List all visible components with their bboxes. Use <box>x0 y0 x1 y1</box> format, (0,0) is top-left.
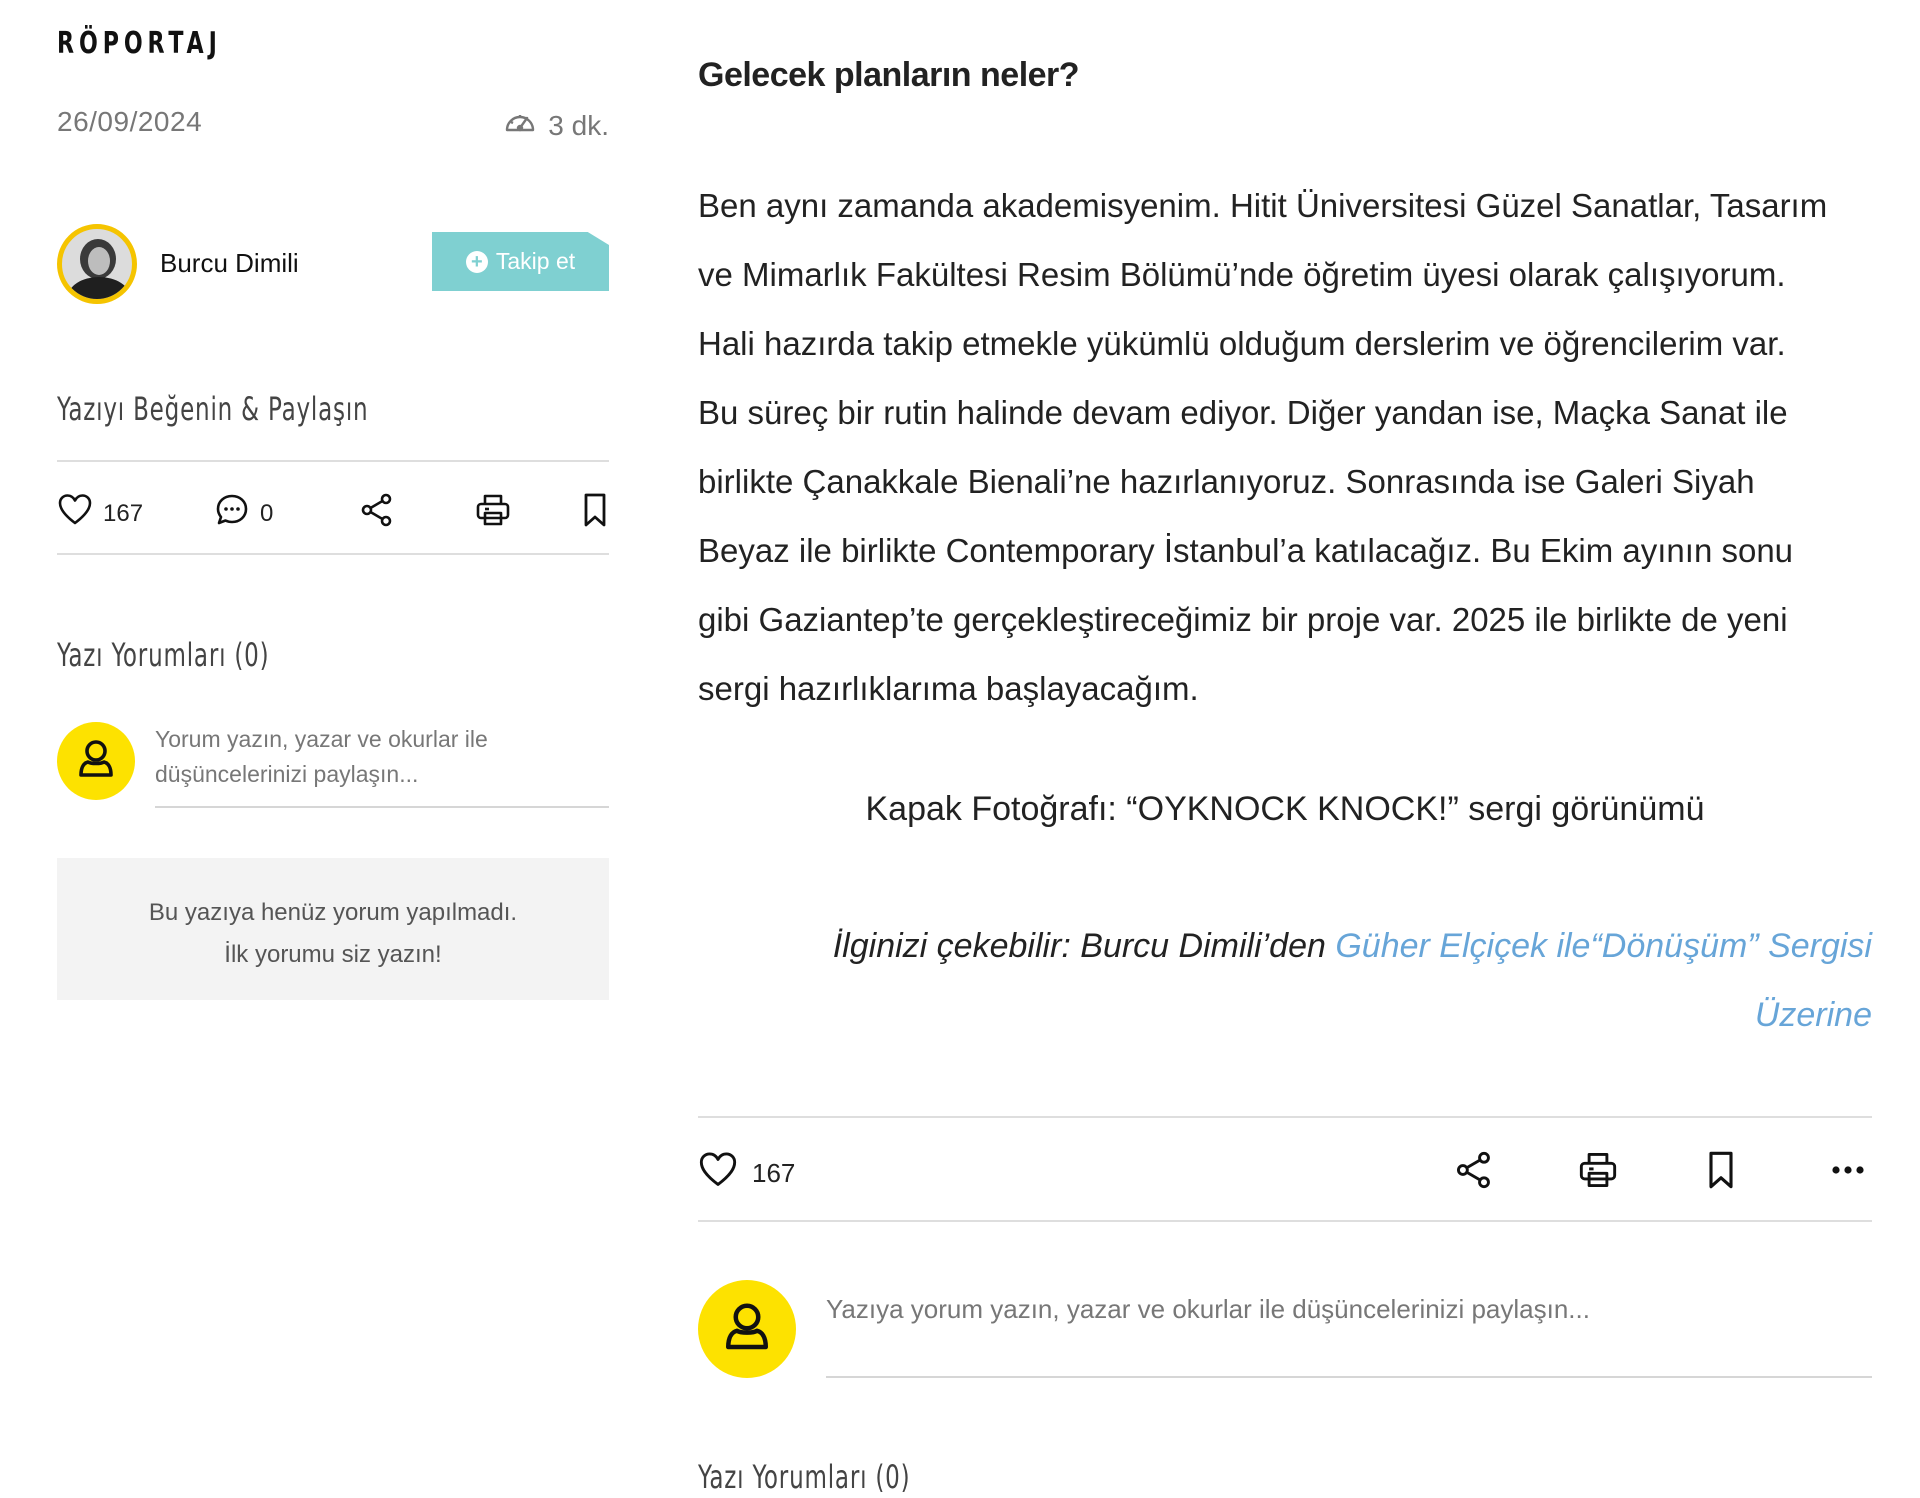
empty-comments-notice: Bu yazıya henüz yorum yapılmadı. İlk yor… <box>57 858 609 1000</box>
follow-button[interactable]: + Takip et <box>432 232 609 291</box>
plus-circle-icon: + <box>465 250 488 273</box>
read-time-label: 3 dk. <box>548 109 609 141</box>
share-button[interactable] <box>1454 1150 1494 1197</box>
heart-icon <box>698 1150 738 1197</box>
related-article: İlginizi çekebilir: Burcu Dimili’den Güh… <box>698 912 1872 1050</box>
sidebar-action-bar: 167 0 <box>57 460 609 555</box>
publish-date: 26/09/2024 <box>57 106 203 137</box>
print-icon <box>475 492 511 535</box>
bookmark-button[interactable] <box>1701 1150 1741 1197</box>
speedometer-icon <box>502 104 538 147</box>
category-label[interactable]: RÖPORTAJ <box>57 26 222 61</box>
bookmark-button[interactable] <box>577 492 613 535</box>
article-comment-input[interactable] <box>826 1288 1872 1378</box>
cover-photo-caption: Kapak Fotoğrafı: “OYKNOCK KNOCK!” sergi … <box>865 790 1705 828</box>
author-row: Burcu Dimili + Takip et <box>57 224 609 306</box>
share-section-title: Yazıyı Beğenin & Paylaşın <box>57 390 369 428</box>
answer-line: Hali hazırda takip etmekle yükümlü olduğ… <box>698 325 1786 362</box>
more-options-button[interactable] <box>1828 1150 1868 1197</box>
read-time: 3 dk. <box>502 104 609 147</box>
author-name[interactable]: Burcu Dimili <box>160 248 299 279</box>
user-avatar <box>698 1280 796 1378</box>
user-icon <box>717 1297 777 1362</box>
like-button[interactable]: 167 <box>57 492 143 535</box>
print-button[interactable] <box>1578 1150 1618 1197</box>
share-button[interactable] <box>359 492 395 535</box>
print-button[interactable] <box>475 492 511 535</box>
answer-line: Ben aynı zamanda akademisyenim. Hitit Ün… <box>698 187 1828 224</box>
answer-line: Beyaz ile birlikte Contemporary İstanbul… <box>698 532 1794 569</box>
comments-button[interactable]: 0 <box>214 492 273 535</box>
bookmark-icon <box>1701 1150 1741 1197</box>
follow-label: Takip et <box>495 248 576 274</box>
article-page: RÖPORTAJ 26/09/2024 3 dk. Burcu Dimili +… <box>0 0 1920 1498</box>
like-button[interactable]: 167 <box>698 1150 795 1197</box>
related-link[interactable]: Güher Elçiçek ile“Dönüşüm” Sergisi <box>1335 927 1872 965</box>
empty-comments-line1: Bu yazıya henüz yorum yapılmadı. <box>148 899 518 926</box>
related-link-continued[interactable]: Üzerine <box>1755 996 1872 1034</box>
sidebar-comment-form <box>57 720 609 810</box>
print-icon <box>1578 1150 1618 1197</box>
like-count: 167 <box>103 499 144 527</box>
comment-count: 0 <box>260 499 274 527</box>
interview-answer: Ben aynı zamanda akademisyenim. Hitit Ün… <box>698 171 1872 723</box>
user-avatar <box>57 722 135 800</box>
bookmark-icon <box>577 492 613 535</box>
article-comments-title: Yazı Yorumları (0) <box>698 1458 911 1496</box>
answer-line: sergi hazırlıklarıma başlayacağım. <box>698 670 1199 707</box>
sidebar-comments-title: Yazı Yorumları (0) <box>57 636 270 674</box>
author-avatar[interactable] <box>57 224 137 304</box>
share-icon <box>359 492 395 535</box>
empty-comments-line2: İlk yorumu siz yazın! <box>224 941 442 968</box>
share-icon <box>1454 1150 1494 1197</box>
sidebar-comment-input[interactable] <box>155 720 609 808</box>
related-prefix: İlginizi çekebilir: Burcu Dimili’den <box>832 927 1336 965</box>
like-count: 167 <box>752 1158 796 1188</box>
answer-line: ve Mimarlık Fakültesi Resim Bölümü’nde ö… <box>698 256 1786 293</box>
answer-line: birlikte Çanakkale Bienali’ne hazırlanıy… <box>698 463 1755 500</box>
interview-question: Gelecek planların neler? <box>698 56 1080 94</box>
article-action-bar: 167 <box>698 1116 1872 1222</box>
answer-line: Bu süreç bir rutin halinde devam ediyor.… <box>698 394 1788 431</box>
more-icon <box>1828 1150 1868 1197</box>
heart-icon <box>57 492 93 535</box>
article-comment-form <box>698 1280 1872 1380</box>
user-icon <box>72 735 120 788</box>
comment-icon <box>214 492 250 535</box>
answer-line: gibi Gaziantep’te gerçekleştireceğimiz b… <box>698 601 1788 638</box>
